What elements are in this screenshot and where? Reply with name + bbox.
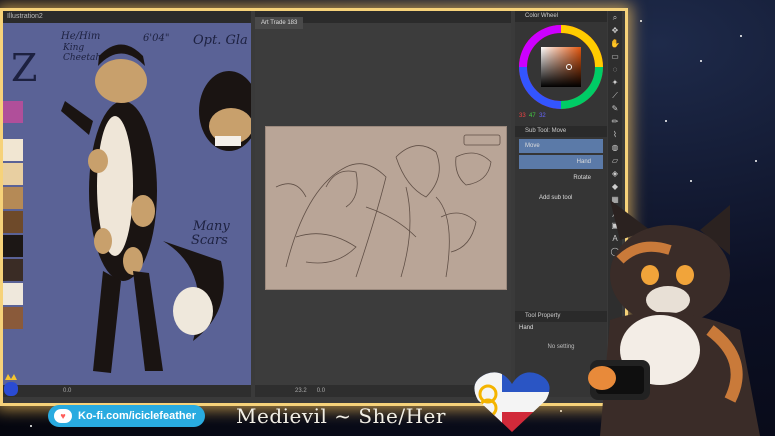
sketch-canvas[interactable] [265, 126, 507, 290]
pencil-icon[interactable]: ✏ [610, 117, 620, 127]
canvas-area[interactable]: Art Trade 183 23.2 0.0 [255, 11, 511, 397]
color-value-g[interactable]: 47 [529, 113, 536, 119]
color-wheel-title[interactable]: Color Wheel [515, 11, 607, 22]
eyedropper-icon[interactable]: ⟋ [610, 91, 620, 101]
star [755, 160, 757, 162]
sketch-lines [275, 134, 501, 278]
canvas-angle[interactable]: 0.0 [317, 388, 325, 394]
star [740, 35, 742, 37]
sub-tool-hand[interactable]: Hand [519, 155, 603, 169]
color-wheel[interactable] [519, 25, 603, 109]
sub-tool-panel: Sub Tool: Move Move Hand Rotate Add sub … [515, 126, 607, 207]
character-reference-art: Z [11, 44, 251, 373]
streamer-name: Medievil ~ She/Her [236, 404, 446, 428]
kofi-cup-icon: ♥ [54, 409, 72, 423]
reference-panel[interactable]: Illustration2 He/Him King Cheetah 6'04" … [3, 11, 251, 397]
kofi-text: Ko-fi.com/iciclefeather [78, 410, 196, 422]
sub-tool-move[interactable]: Move [519, 139, 603, 153]
hand-icon[interactable]: ✋ [610, 39, 620, 49]
star [665, 120, 667, 122]
svg-text:Z: Z [11, 46, 37, 90]
canvas-zoom[interactable]: 23.2 [295, 388, 307, 394]
canvas-tab-bar: Art Trade 183 [255, 11, 511, 29]
cat-mascot-avatar [588, 200, 760, 436]
move-icon[interactable]: ✥ [610, 26, 620, 36]
lasso-icon[interactable]: ◌ [610, 65, 620, 75]
reference-status-bar: 0.0 [3, 385, 251, 397]
select-icon[interactable]: ▭ [610, 52, 620, 62]
star [640, 20, 642, 22]
kofi-link[interactable]: ♥ Ko-fi.com/iciclefeather [48, 405, 205, 427]
star [560, 410, 562, 412]
color-values: 33 47 32 [519, 113, 546, 119]
blend-icon[interactable]: ◈ [610, 169, 620, 179]
fill-icon[interactable]: ◆ [610, 182, 620, 192]
star [700, 60, 702, 62]
color-value-r[interactable]: 33 [519, 113, 526, 119]
crown-mascot-icon [2, 370, 20, 398]
star [30, 425, 32, 427]
canvas-tab[interactable]: Art Trade 183 [255, 17, 304, 29]
sub-tool-title[interactable]: Sub Tool: Move [515, 126, 607, 137]
brush-icon[interactable]: ⌇ [610, 130, 620, 140]
pen-icon[interactable]: ✎ [610, 104, 620, 114]
reference-zoom[interactable]: 0.0 [63, 388, 71, 394]
airbrush-icon[interactable]: ◍ [610, 143, 620, 153]
pride-heart-icon [474, 372, 550, 432]
eraser-icon[interactable]: ▱ [610, 156, 620, 166]
app-window: Illustration2 He/Him King Cheetah 6'04" … [0, 8, 628, 406]
sub-tool-rotate[interactable]: Rotate [519, 171, 603, 185]
color-value-b[interactable]: 32 [539, 113, 546, 119]
wand-icon[interactable]: ✦ [610, 78, 620, 88]
star [690, 180, 692, 182]
zoom-icon[interactable]: ⌕ [610, 13, 620, 23]
